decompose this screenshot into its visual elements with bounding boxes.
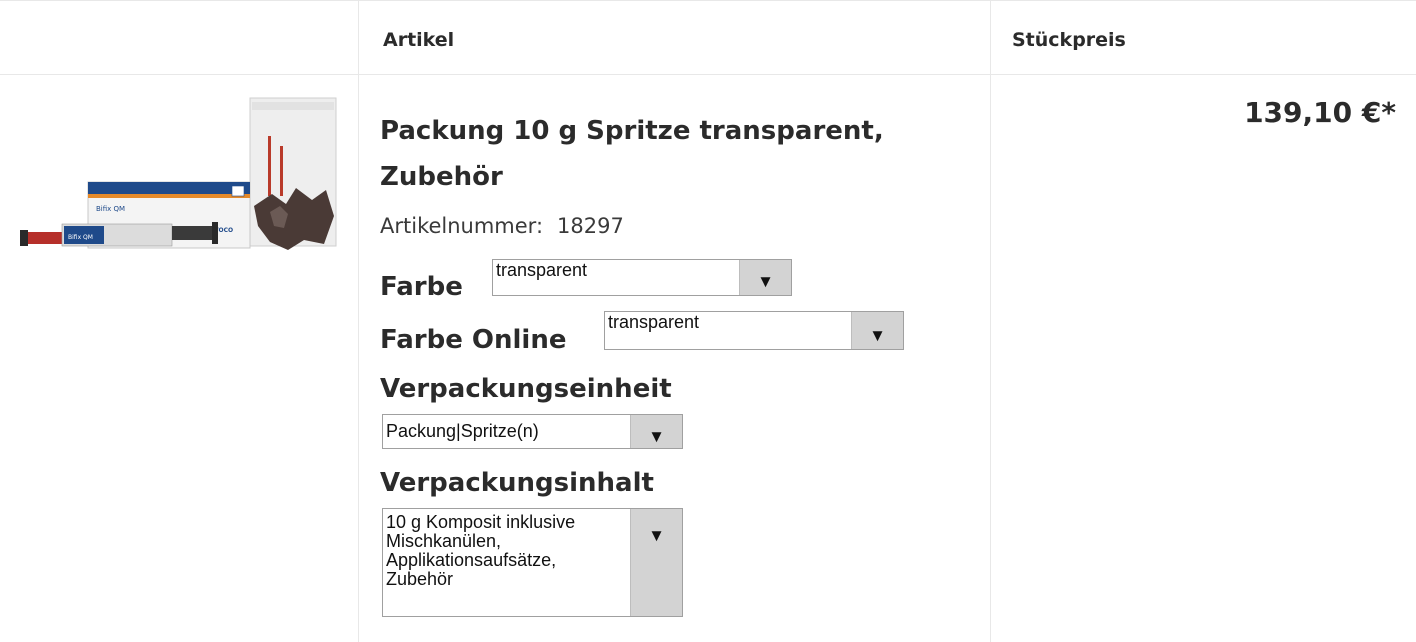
farbe-online-label: Farbe Online (380, 325, 567, 355)
verpackungsinhalt-label: Verpackungsinhalt (380, 468, 654, 498)
article-number-label: Artikelnummer: (380, 214, 544, 238)
svg-text:Bifix QM: Bifix QM (68, 234, 93, 241)
verpackungsinhalt-select-value: 10 g Komposit inklusive Mischkanülen, Ap… (386, 512, 576, 589)
product-title[interactable]: Packung 10 g Spritze transparent, Zubehö… (380, 108, 970, 200)
triangle-down-icon: ▼ (757, 272, 774, 291)
svg-text:Bifix QM: Bifix QM (96, 205, 125, 213)
dropdown-button[interactable]: ▼ (630, 509, 682, 616)
header-article: Artikel (383, 29, 455, 51)
farbe-online-select[interactable]: transparent ▼ (604, 311, 904, 350)
dropdown-button[interactable]: ▼ (739, 260, 791, 295)
article-number-value: 18297 (557, 214, 624, 238)
triangle-down-icon: ▼ (648, 427, 665, 446)
farbe-select[interactable]: transparent ▼ (492, 259, 792, 296)
table-header: Artikel Stückpreis (0, 0, 1416, 74)
farbe-label: Farbe (380, 272, 463, 302)
farbe-select-value: transparent (496, 260, 588, 280)
article-number: Artikelnummer: 18297 (380, 214, 624, 238)
verpackungseinheit-label: Verpackungseinheit (380, 374, 672, 404)
row-divider (0, 74, 1416, 75)
verpackungseinheit-select[interactable]: Packung|Spritze(n) ▼ (382, 414, 683, 449)
triangle-down-icon: ▼ (869, 326, 886, 345)
dropdown-button[interactable]: ▼ (630, 415, 682, 448)
verpackungsinhalt-select[interactable]: 10 g Komposit inklusive Mischkanülen, Ap… (382, 508, 683, 617)
product-image[interactable]: Bifix QM VOCO Bifix QM (18, 96, 340, 266)
verpackungseinheit-select-value: Packung|Spritze(n) (386, 421, 539, 441)
dropdown-button[interactable]: ▼ (851, 312, 903, 349)
column-divider (358, 0, 359, 642)
column-divider (990, 0, 991, 642)
header-unit-price: Stückpreis (1012, 29, 1126, 51)
farbe-online-select-value: transparent (608, 312, 700, 332)
unit-price: 139,10 €* (1244, 96, 1396, 129)
triangle-down-icon: ▼ (648, 526, 665, 545)
